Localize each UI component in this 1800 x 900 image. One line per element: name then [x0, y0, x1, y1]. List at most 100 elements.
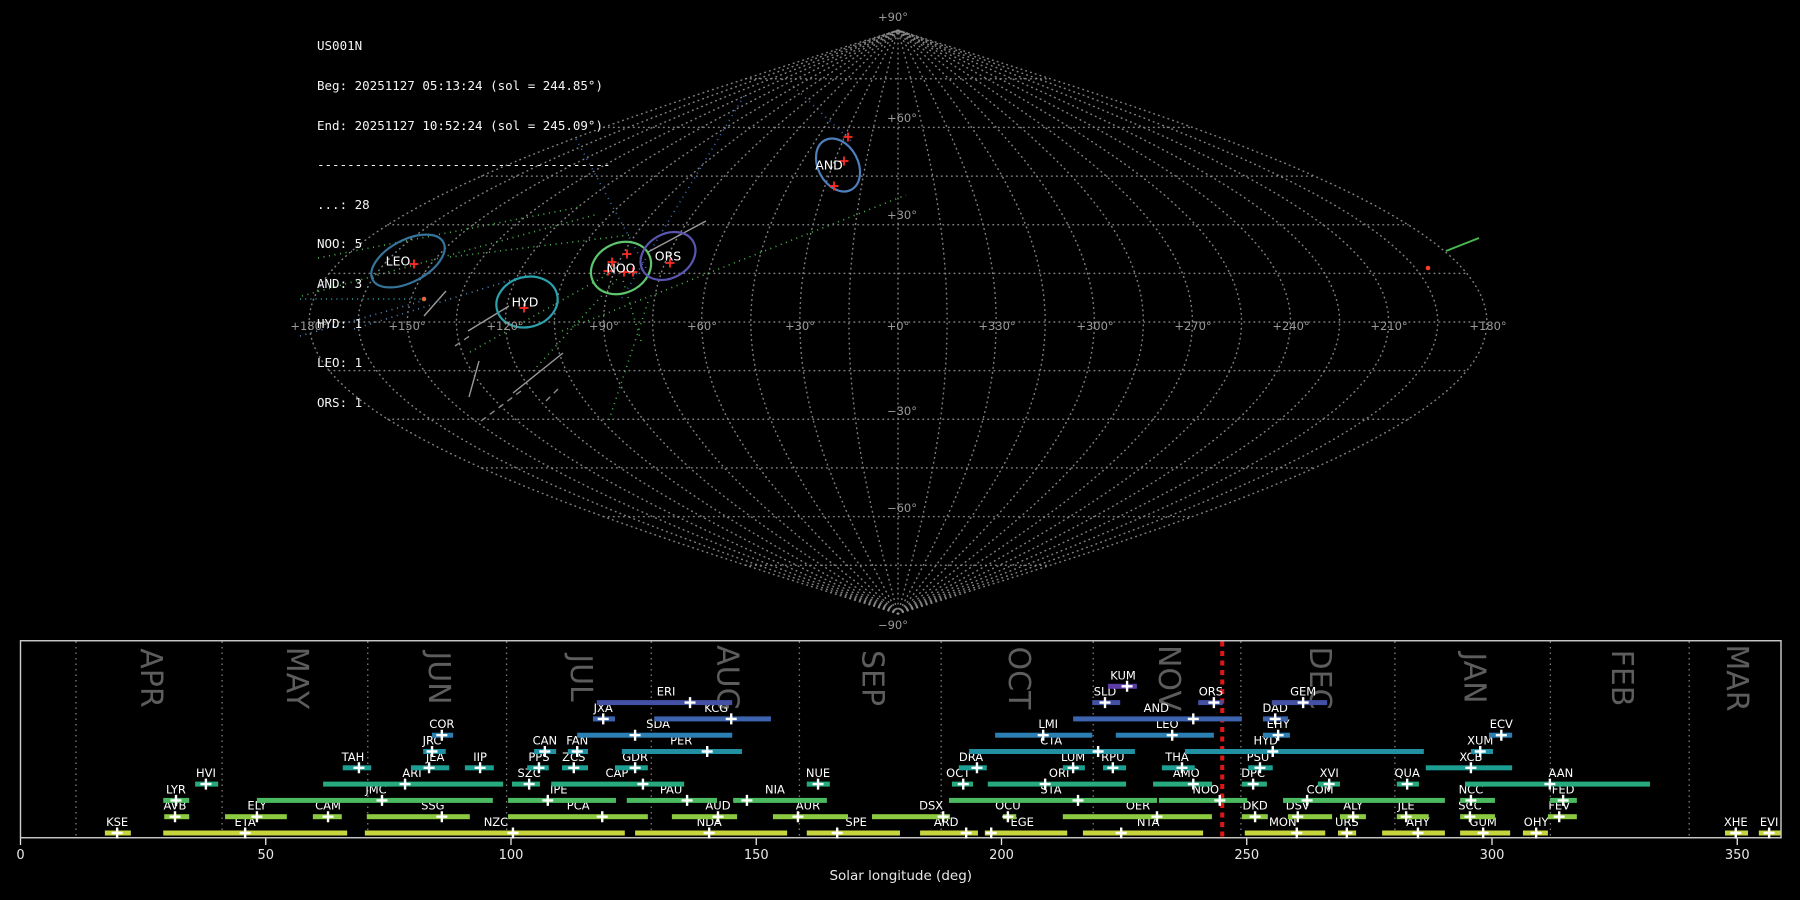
- shower-peak-marker: [1477, 827, 1489, 839]
- shower-bar: [551, 781, 685, 787]
- shower-bar: [1073, 716, 1242, 722]
- shower-peak-marker: [792, 811, 804, 823]
- shower-bar: [626, 797, 718, 803]
- shower-label: SPE: [845, 815, 867, 829]
- shower-peak-marker: [1115, 827, 1127, 839]
- shower-peak-marker: [353, 762, 365, 774]
- shower-bar: [987, 781, 1127, 787]
- shower-bar: [671, 814, 738, 820]
- shower-bar: [596, 700, 733, 706]
- shower-peak-marker: [1249, 811, 1261, 823]
- shower-bar: [984, 830, 1068, 836]
- shower-peak-marker: [399, 778, 411, 790]
- shower-bar: [806, 830, 900, 836]
- shower-bar: [364, 830, 625, 836]
- x-tick-label: 0: [16, 848, 24, 863]
- observation-info: US001N Beg: 20251127 05:13:24 (sol = 244…: [317, 13, 611, 436]
- shower-peak-marker: [1291, 827, 1303, 839]
- x-tick-label: 100: [499, 848, 524, 863]
- shower-peak-marker: [637, 778, 649, 790]
- month-label: MAY: [279, 647, 314, 710]
- shower-label: NUE: [806, 766, 830, 780]
- longitude-label: +0°: [887, 319, 910, 333]
- longitude-label: +300°: [1076, 319, 1113, 333]
- meteor-trail: [608, 298, 650, 421]
- shower-peak-marker: [629, 762, 641, 774]
- shower-peak-marker: [542, 794, 554, 806]
- radiant-label: AND: [815, 158, 843, 173]
- meteor-trail: [792, 85, 852, 142]
- shower-peak-marker: [523, 778, 535, 790]
- month-label: JAN: [1457, 650, 1492, 703]
- shower-label: ECV: [1490, 717, 1513, 731]
- meteor-plus-marker: [622, 249, 632, 259]
- shower-bar: [1153, 781, 1212, 787]
- month-label: FEB: [1604, 650, 1639, 707]
- latitude-label: +90°: [878, 10, 908, 24]
- shower-label: AND: [1144, 701, 1169, 715]
- x-tick-label: 200: [989, 848, 1014, 863]
- shower-label: IIP: [473, 750, 487, 764]
- shower-label: LYR: [166, 782, 186, 796]
- month-label: DEC: [1302, 646, 1337, 709]
- shower-bar: [256, 797, 493, 803]
- shower-peak-marker: [376, 794, 388, 806]
- count-and: AND: 3: [317, 276, 363, 292]
- shower-bar: [1184, 749, 1424, 754]
- longitude-label: +30°: [785, 319, 815, 333]
- month-label: MAR: [1719, 644, 1754, 711]
- shower-label: ERI: [657, 685, 676, 699]
- shower-bar: [508, 797, 616, 803]
- month-label: SEP: [854, 650, 889, 706]
- shower-label: AAN: [1549, 766, 1574, 780]
- shower-label: QUA: [1394, 766, 1419, 780]
- shower-peak-marker: [725, 713, 737, 725]
- latitude-label: −60°: [887, 501, 917, 515]
- shower-peak-marker: [701, 746, 713, 757]
- longitude-label: +330°: [978, 319, 1015, 333]
- shower-peak-marker: [507, 827, 519, 839]
- shower-bar: [654, 716, 771, 722]
- shower-bar: [508, 814, 648, 820]
- latitude-label: −90°: [878, 618, 908, 632]
- shower-label: CAN: [533, 734, 558, 748]
- stray-meteor-marker: [1425, 265, 1431, 271]
- month-label: OCT: [1001, 647, 1036, 711]
- shower-label: XHE: [1724, 815, 1748, 829]
- info-separator: ---------------------------------------: [317, 157, 611, 173]
- shower-peak-marker: [812, 778, 824, 790]
- shower-peak-marker: [1412, 827, 1424, 839]
- shower-peak-marker: [1121, 680, 1133, 692]
- shower-peak-marker: [1341, 827, 1353, 839]
- longitude-label: +60°: [687, 319, 717, 333]
- latitude-label: −30°: [887, 404, 917, 418]
- shower-peak-marker: [111, 827, 123, 839]
- shower-bar: [621, 749, 743, 754]
- x-tick-label: 50: [257, 848, 274, 863]
- radiant-sky-map: LEOHYDNOOORSAND+180° +150° +120° +90° +60° +3…: [290, 10, 1506, 632]
- shower-peak-marker: [831, 827, 843, 839]
- latitude-label: +30°: [887, 208, 917, 222]
- longitude-label: +240°: [1272, 319, 1309, 333]
- shower-peak-marker: [596, 811, 608, 823]
- shower-peak-marker: [568, 762, 580, 774]
- count-ors: ORS: 1: [317, 394, 363, 410]
- shower-label: LMI: [1038, 717, 1058, 731]
- shower-label: DSX: [919, 799, 943, 813]
- shower-label: COR: [429, 717, 454, 731]
- shower-peak-marker: [322, 811, 334, 823]
- shower-peak-marker: [960, 827, 972, 839]
- shower-peak-marker: [474, 762, 486, 774]
- shower-label: ORS: [1199, 685, 1223, 699]
- station-id: US001N: [317, 38, 363, 54]
- meteor-plus-marker: [843, 132, 853, 142]
- x-tick-label: 250: [1234, 848, 1259, 863]
- shower-peak-marker: [703, 827, 715, 839]
- shower-peak-marker: [1247, 778, 1259, 790]
- x-axis-title: Solar longitude (deg): [829, 868, 972, 884]
- shower-bar: [1158, 797, 1248, 803]
- observation-begin: Beg: 20251127 05:13:24 (sol = 244.85°): [317, 78, 603, 94]
- meteor-trail: [1445, 237, 1480, 252]
- shower-label: EVI: [1760, 815, 1779, 829]
- shower-bar: [949, 797, 1157, 803]
